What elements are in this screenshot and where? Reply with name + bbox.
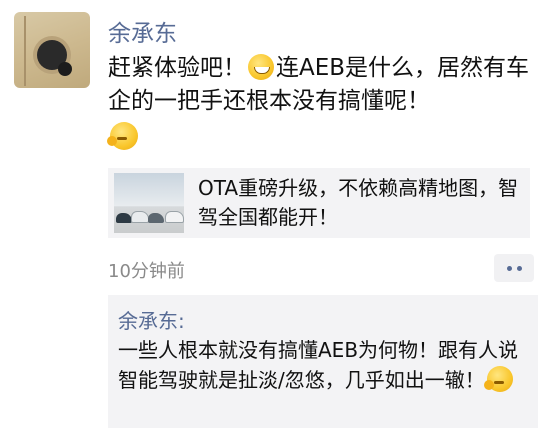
car-shape [116, 213, 132, 223]
car-shape [131, 211, 149, 223]
trailing-emoji [107, 122, 138, 152]
comment-body: 一些人根本就没有搞懂AEB为何物！跟有人说智能驾驶就是扯淡/忽悠，几乎如出一辙！ [118, 338, 519, 392]
link-thumbnail [114, 173, 184, 233]
thinking-face-icon [107, 122, 138, 150]
thinking-face-icon [483, 366, 513, 392]
car-shape [165, 211, 184, 223]
grinning-face-icon [248, 54, 274, 80]
moments-post: 余承东 赶紧体验吧！ 连AEB是什么，居然有车企的一把手还根本没有搞懂呢！ OTA… [0, 0, 550, 428]
comment-section: 余承东: 一些人根本就没有搞懂AEB为何物！跟有人说智能驾驶就是扯淡/忽悠，几乎… [108, 295, 538, 428]
comment-text[interactable]: 一些人根本就没有搞懂AEB为何物！跟有人说智能驾驶就是扯淡/忽悠，几乎如出一辙！ [118, 335, 530, 395]
link-title: OTA重磅升级，不依赖高精地图，智驾全国都能开！ [198, 176, 519, 229]
shared-link-card[interactable]: OTA重磅升级，不依赖高精地图，智驾全国都能开！ [108, 168, 530, 238]
dot-icon [516, 265, 522, 271]
car-shape [148, 213, 164, 223]
comment-author-name[interactable]: 余承东: [118, 305, 185, 334]
more-actions-button[interactable] [494, 254, 534, 282]
post-author-name[interactable]: 余承东 [108, 14, 177, 48]
camera-lens-small-icon [58, 62, 72, 76]
post-content: 赶紧体验吧！ 连AEB是什么，居然有车企的一把手还根本没有搞懂呢！ [108, 52, 538, 118]
post-timestamp: 10分钟前 [108, 261, 185, 282]
phone-edge [24, 16, 26, 86]
post-content-part1: 赶紧体验吧！ [108, 55, 246, 81]
avatar[interactable] [14, 12, 90, 88]
dot-icon [506, 265, 512, 271]
